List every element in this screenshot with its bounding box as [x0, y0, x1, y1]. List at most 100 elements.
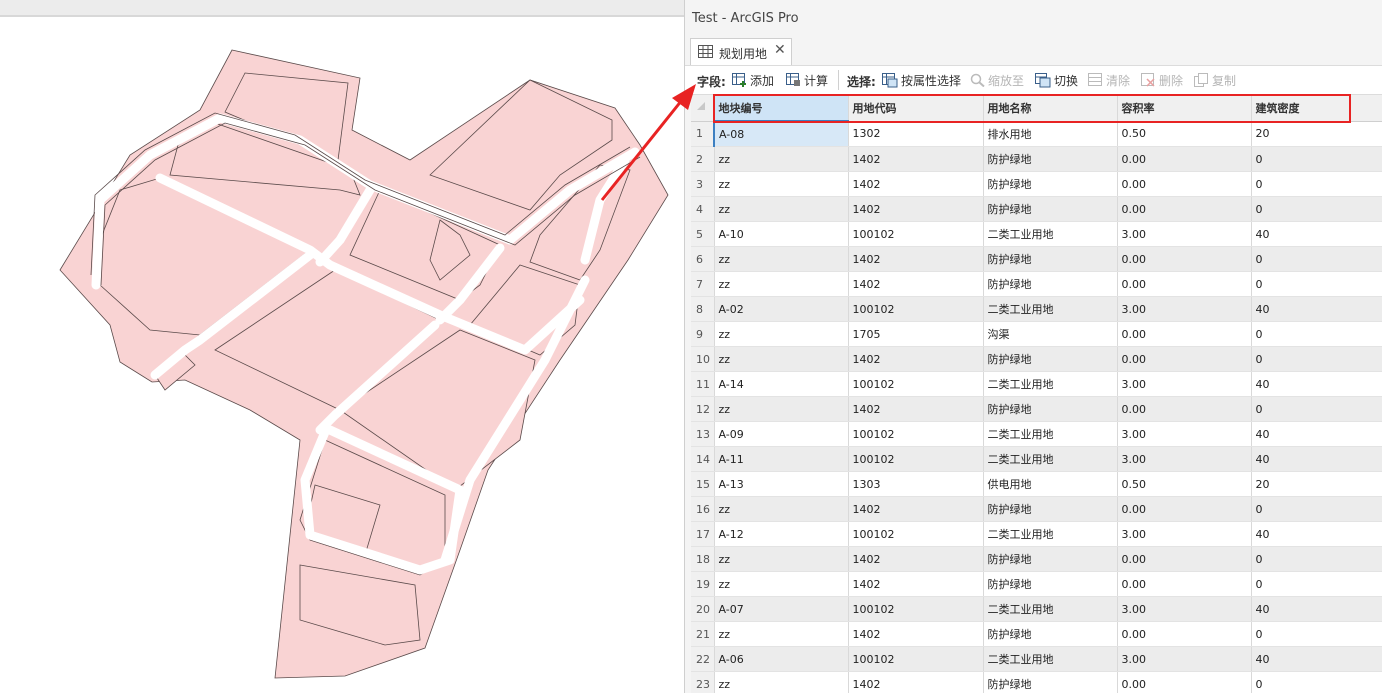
table-cell[interactable]: A-07	[714, 596, 849, 622]
row-number[interactable]: 10	[691, 346, 715, 372]
row-number[interactable]: 12	[691, 396, 715, 422]
table-row[interactable]: 11 A-14 100102 二类工业用地 3.00 40	[691, 371, 1382, 397]
table-cell[interactable]: zz	[714, 271, 849, 297]
table-cell[interactable]: 1402	[848, 496, 984, 522]
table-cell[interactable]: 1402	[848, 621, 984, 647]
table-cell[interactable]: A-13	[714, 471, 849, 497]
table-cell[interactable]: zz	[714, 396, 849, 422]
table-row[interactable]: 12 zz 1402 防护绿地 0.00 0	[691, 396, 1382, 422]
table-cell[interactable]: 防护绿地	[983, 546, 1118, 572]
table-cell[interactable]: 二类工业用地	[983, 596, 1118, 622]
table-cell[interactable]: A-14	[714, 371, 849, 397]
column-header[interactable]: 用地代码	[848, 95, 984, 122]
table-cell[interactable]: A-12	[714, 521, 849, 547]
table-row[interactable]: 9 zz 1705 沟渠 0.00 0	[691, 321, 1382, 347]
table-row[interactable]: 16 zz 1402 防护绿地 0.00 0	[691, 496, 1382, 522]
table-cell[interactable]: 0.00	[1117, 396, 1252, 422]
zoom-to-button[interactable]: 缩放至	[970, 70, 1024, 90]
row-number[interactable]: 21	[691, 621, 715, 647]
table-row[interactable]: 10 zz 1402 防护绿地 0.00 0	[691, 346, 1382, 372]
table-cell[interactable]: A-09	[714, 421, 849, 447]
table-cell[interactable]: 排水用地	[983, 121, 1118, 147]
delete-button[interactable]: 删除	[1141, 70, 1183, 90]
table-cell[interactable]: 3.00	[1117, 446, 1252, 472]
table-row[interactable]: 22 A-06 100102 二类工业用地 3.00 40	[691, 646, 1382, 672]
row-number[interactable]: 11	[691, 371, 715, 397]
table-cell[interactable]: 1402	[848, 546, 984, 572]
row-number[interactable]: 15	[691, 471, 715, 497]
table-cell[interactable]: 3.00	[1117, 596, 1252, 622]
select-by-attributes-button[interactable]: 按属性选择	[882, 70, 961, 90]
table-row[interactable]: 18 zz 1402 防护绿地 0.00 0	[691, 546, 1382, 572]
row-number[interactable]: 8	[691, 296, 715, 322]
table-cell[interactable]: 3.00	[1117, 646, 1252, 672]
table-row[interactable]: 3 zz 1402 防护绿地 0.00 0	[691, 171, 1382, 197]
table-cell[interactable]: 防护绿地	[983, 496, 1118, 522]
calculate-field-button[interactable]: 计算	[786, 70, 828, 90]
table-cell[interactable]: 1402	[848, 246, 984, 272]
table-row[interactable]: 8 A-02 100102 二类工业用地 3.00 40	[691, 296, 1382, 322]
table-cell[interactable]: 1402	[848, 271, 984, 297]
column-header[interactable]: 建筑密度	[1251, 95, 1382, 122]
table-cell[interactable]: 二类工业用地	[983, 371, 1118, 397]
column-header[interactable]: 地块编号	[714, 95, 849, 122]
table-cell[interactable]: 0.00	[1117, 546, 1252, 572]
table-row[interactable]: 20 A-07 100102 二类工业用地 3.00 40	[691, 596, 1382, 622]
table-cell[interactable]: 0.00	[1117, 246, 1252, 272]
table-cell[interactable]: 40	[1251, 596, 1382, 622]
clear-selection-button[interactable]: 清除	[1088, 70, 1130, 90]
table-cell[interactable]: 0	[1251, 246, 1382, 272]
row-number[interactable]: 13	[691, 421, 715, 447]
table-cell[interactable]: 0.50	[1117, 471, 1252, 497]
table-cell[interactable]: 40	[1251, 521, 1382, 547]
table-cell[interactable]: 0.00	[1117, 271, 1252, 297]
table-cell[interactable]: 20	[1251, 121, 1382, 147]
table-cell[interactable]: 防护绿地	[983, 396, 1118, 422]
table-cell[interactable]: 40	[1251, 646, 1382, 672]
table-cell[interactable]: 防护绿地	[983, 621, 1118, 647]
table-cell[interactable]: 0	[1251, 496, 1382, 522]
table-cell[interactable]: 100102	[848, 646, 984, 672]
table-cell[interactable]: 3.00	[1117, 421, 1252, 447]
table-cell[interactable]: 20	[1251, 471, 1382, 497]
table-cell[interactable]: zz	[714, 671, 849, 693]
table-row[interactable]: 7 zz 1402 防护绿地 0.00 0	[691, 271, 1382, 297]
row-number[interactable]: 1	[691, 121, 715, 147]
table-cell[interactable]: 100102	[848, 221, 984, 247]
row-number[interactable]: 6	[691, 246, 715, 272]
table-cell[interactable]: 0	[1251, 546, 1382, 572]
table-row[interactable]: 2 zz 1402 防护绿地 0.00 0	[691, 146, 1382, 172]
row-number[interactable]: 3	[691, 171, 715, 197]
row-number[interactable]: 18	[691, 546, 715, 572]
table-cell[interactable]: zz	[714, 546, 849, 572]
row-number[interactable]: 17	[691, 521, 715, 547]
table-row[interactable]: 13 A-09 100102 二类工业用地 3.00 40	[691, 421, 1382, 447]
table-cell[interactable]: 1402	[848, 671, 984, 693]
row-number[interactable]: 5	[691, 221, 715, 247]
table-cell[interactable]: 1402	[848, 171, 984, 197]
table-cell[interactable]: 0	[1251, 196, 1382, 222]
table-cell[interactable]: 二类工业用地	[983, 421, 1118, 447]
table-cell[interactable]: 防护绿地	[983, 196, 1118, 222]
tab-attribute-table[interactable]: 规划用地 ✕	[690, 38, 792, 65]
row-number[interactable]: 2	[691, 146, 715, 172]
table-cell[interactable]: 1402	[848, 346, 984, 372]
table-cell[interactable]: 1402	[848, 196, 984, 222]
table-cell[interactable]: 0	[1251, 171, 1382, 197]
row-number[interactable]: 4	[691, 196, 715, 222]
table-cell[interactable]: 二类工业用地	[983, 521, 1118, 547]
switch-selection-button[interactable]: 切换	[1035, 70, 1078, 90]
table-row[interactable]: 23 zz 1402 防护绿地 0.00 0	[691, 671, 1382, 693]
table-cell[interactable]: 100102	[848, 371, 984, 397]
table-cell[interactable]: 0	[1251, 321, 1382, 347]
attribute-table-grid[interactable]: 地块编号 用地代码 用地名称 容积率 建筑密度 1 A-08 1302 排水用地 0.5…	[691, 95, 1382, 693]
row-number[interactable]: 19	[691, 571, 715, 597]
table-cell[interactable]: 1303	[848, 471, 984, 497]
table-cell[interactable]: 3.00	[1117, 371, 1252, 397]
row-number[interactable]: 20	[691, 596, 715, 622]
table-cell[interactable]: zz	[714, 196, 849, 222]
table-cell[interactable]: 40	[1251, 296, 1382, 322]
table-cell[interactable]: zz	[714, 621, 849, 647]
table-row[interactable]: 17 A-12 100102 二类工业用地 3.00 40	[691, 521, 1382, 547]
table-cell[interactable]: zz	[714, 246, 849, 272]
